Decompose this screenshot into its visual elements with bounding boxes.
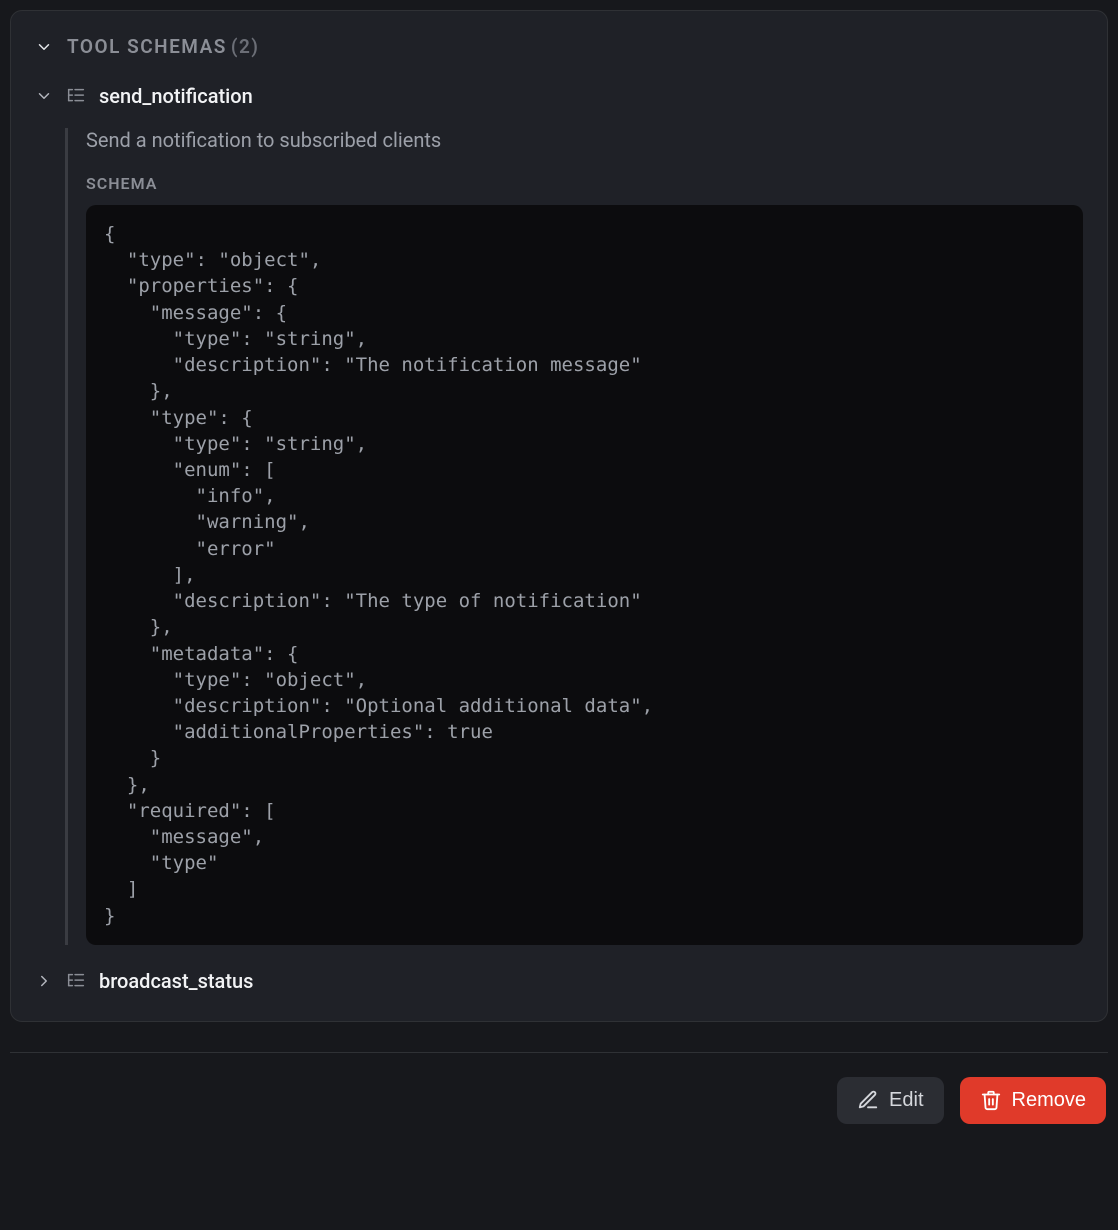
edit-button-label: Edit xyxy=(889,1089,923,1112)
chevron-down-icon xyxy=(35,38,53,56)
schema-code-block[interactable]: { "type": "object", "properties": { "mes… xyxy=(86,205,1083,945)
schema-tree-icon xyxy=(65,85,87,107)
tool-name: broadcast_status xyxy=(99,969,253,993)
tool-header[interactable]: broadcast_status xyxy=(35,965,1083,997)
edit-button[interactable]: Edit xyxy=(837,1077,943,1124)
tool-description: Send a notification to subscribed client… xyxy=(86,128,1083,152)
edit-icon xyxy=(857,1089,879,1111)
tool-header[interactable]: send_notification xyxy=(35,80,1083,112)
schema-label: SCHEMA xyxy=(86,174,1083,193)
trash-icon xyxy=(980,1089,1002,1111)
chevron-right-icon xyxy=(35,972,53,990)
tool-item-broadcast-status: broadcast_status xyxy=(35,965,1083,997)
tool-schemas-header[interactable]: TOOL SCHEMAS (2) xyxy=(35,35,1083,58)
chevron-down-icon xyxy=(35,87,53,105)
section-title-wrap: TOOL SCHEMAS (2) xyxy=(67,35,259,58)
footer-divider xyxy=(10,1052,1108,1053)
remove-button[interactable]: Remove xyxy=(960,1077,1106,1124)
footer-actions: Edit Remove xyxy=(10,1077,1108,1128)
tool-schemas-panel: TOOL SCHEMAS (2) send_notification Send … xyxy=(10,10,1108,1022)
section-count: (2) xyxy=(231,35,260,58)
remove-button-label: Remove xyxy=(1012,1089,1086,1112)
section-title: TOOL SCHEMAS xyxy=(67,35,227,58)
tool-body: Send a notification to subscribed client… xyxy=(65,128,1083,945)
tool-name: send_notification xyxy=(99,84,253,108)
schema-tree-icon xyxy=(65,970,87,992)
tool-item-send-notification: send_notification Send a notification to… xyxy=(35,80,1083,945)
